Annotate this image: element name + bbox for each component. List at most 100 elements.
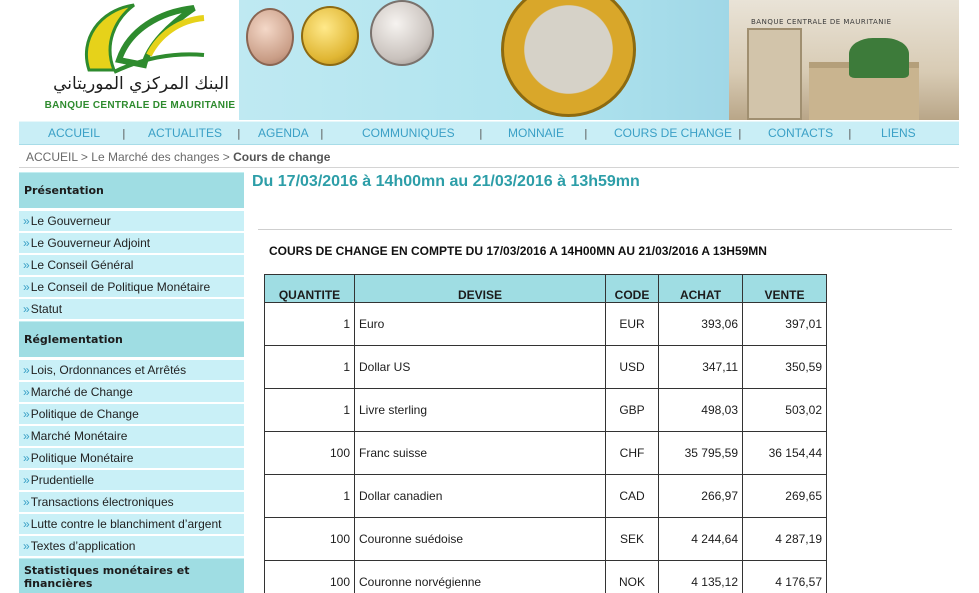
cell-devise: Franc suisse	[354, 431, 606, 475]
cell-quantite: 1	[264, 345, 355, 389]
nav-monnaie[interactable]: MONNAIE	[508, 126, 564, 140]
breadcrumb: ACCUEIL > Le Marché des changes > Cours …	[26, 150, 330, 164]
cell-quantite: 1	[264, 302, 355, 346]
nav-communiques[interactable]: COMMUNIQUES	[362, 126, 455, 140]
cell-vente: 269,65	[742, 474, 827, 518]
coin-1-icon	[246, 8, 294, 66]
bullet-icon: »	[23, 236, 30, 250]
sidebar-item-prudentielle[interactable]: » Prudentielle	[19, 470, 244, 490]
sidebar-item-label: Textes d’application	[30, 539, 136, 553]
coin-5-icon	[301, 6, 359, 66]
nav-actualites[interactable]: ACTUALITES	[148, 126, 222, 140]
table-row: 1 Dollar US USD 347,11 350,59	[264, 345, 827, 389]
bullet-icon: »	[23, 429, 30, 443]
sidebar-heading-statistiques: Statistiques monétaires et financières	[19, 558, 244, 593]
cell-code: NOK	[605, 560, 659, 593]
sidebar-item-label: Prudentielle	[30, 473, 95, 487]
cell-code: GBP	[605, 388, 659, 432]
sidebar-item-label: Le Gouverneur	[30, 214, 111, 228]
cell-devise: Dollar canadien	[354, 474, 606, 518]
sidebar-item-label: Lutte contre le blanchiment d’argent	[30, 517, 222, 531]
logo[interactable]: البنك المركزي الموريتاني BANQUE CENTRALE…	[19, 0, 239, 120]
sidebar-item-gouverneur-adjoint[interactable]: » Le Gouverneur Adjoint	[19, 233, 244, 253]
cell-code: SEK	[605, 517, 659, 561]
cell-code: CAD	[605, 474, 659, 518]
column-header-quantite: QUANTITE	[264, 274, 355, 303]
sidebar-item-label: Marché Monétaire	[30, 429, 128, 443]
table-header-row: QUANTITE DEVISE CODE ACHAT VENTE	[264, 274, 827, 303]
bullet-icon: »	[23, 214, 30, 228]
bullet-icon: »	[23, 280, 30, 294]
building-sign: BANQUE CENTRALE DE MAURITANIE	[751, 18, 892, 26]
cell-quantite: 100	[264, 560, 355, 593]
table-caption: COURS DE CHANGE EN COMPTE DU 17/03/2016 …	[269, 244, 767, 258]
nav-separator: |	[320, 127, 324, 140]
cell-quantite: 100	[264, 517, 355, 561]
table-row: 1 Euro EUR 393,06 397,01	[264, 302, 827, 346]
cell-achat: 266,97	[658, 474, 743, 518]
cell-devise: Livre sterling	[354, 388, 606, 432]
sidebar-item-conseil-general[interactable]: » Le Conseil Général	[19, 255, 244, 275]
sidebar-item-conseil-politique-monetaire[interactable]: » Le Conseil de Politique Monétaire	[19, 277, 244, 297]
nav-agenda[interactable]: AGENDA	[258, 126, 309, 140]
sidebar-item-marche-monetaire[interactable]: » Marché Monétaire	[19, 426, 244, 446]
bullet-icon: »	[23, 539, 30, 553]
bullet-icon: »	[23, 451, 30, 465]
coin-10-icon	[370, 0, 434, 66]
bullet-icon: »	[23, 363, 30, 377]
table-row: 100 Couronne suédoise SEK 4 244,64 4 287…	[264, 517, 827, 561]
breadcrumb-home[interactable]: ACCUEIL	[26, 150, 78, 164]
sidebar-item-lutte-blanchiment[interactable]: » Lutte contre le blanchiment d’argent	[19, 514, 244, 534]
cell-vente: 350,59	[742, 345, 827, 389]
sidebar-item-marche-de-change[interactable]: » Marché de Change	[19, 382, 244, 402]
breadcrumb-separator: >	[222, 150, 230, 164]
sidebar-item-politique-monetaire[interactable]: » Politique Monétaire	[19, 448, 244, 468]
cell-achat: 35 795,59	[658, 431, 743, 475]
table-row: 100 Couronne norvégienne NOK 4 135,12 4 …	[264, 560, 827, 593]
cell-devise: Couronne norvégienne	[354, 560, 606, 593]
nav-liens[interactable]: LIENS	[881, 126, 916, 140]
sidebar-item-textes-application[interactable]: » Textes d’application	[19, 536, 244, 556]
cell-vente: 4 287,19	[742, 517, 827, 561]
cell-devise: Euro	[354, 302, 606, 346]
logo-emblem-icon	[84, 3, 205, 74]
banner-image: BANQUE CENTRALE DE MAURITANIE	[239, 0, 959, 120]
column-header-vente: VENTE	[742, 274, 827, 303]
cell-achat: 4 135,12	[658, 560, 743, 593]
logo-name-arabic: البنك المركزي الموريتاني	[53, 74, 229, 94]
sidebar-item-statut[interactable]: » Statut	[19, 299, 244, 319]
breadcrumb-parent[interactable]: Le Marché des changes	[91, 150, 219, 164]
cell-vente: 4 176,57	[742, 560, 827, 593]
cell-code: CHF	[605, 431, 659, 475]
sidebar-item-lois[interactable]: » Lois, Ordonnances et Arrêtés	[19, 360, 244, 380]
cell-devise: Couronne suédoise	[354, 517, 606, 561]
breadcrumb-separator: >	[80, 150, 88, 164]
nav-cours-de-change[interactable]: COURS DE CHANGE	[614, 126, 732, 140]
nav-separator: |	[237, 127, 241, 140]
bullet-icon: »	[23, 495, 30, 509]
nav-accueil[interactable]: ACCUEIL	[48, 126, 100, 140]
exchange-rates-table: QUANTITE DEVISE CODE ACHAT VENTE 1 Euro …	[264, 274, 827, 593]
central-bank-building-photo: BANQUE CENTRALE DE MAURITANIE	[729, 0, 959, 120]
sidebar-item-transactions-electroniques[interactable]: » Transactions électroniques	[19, 492, 244, 512]
nav-separator: |	[122, 127, 126, 140]
sidebar: Présentation » Le Gouverneur » Le Gouverne…	[19, 172, 244, 593]
sidebar-item-label: Le Conseil Général	[30, 258, 134, 272]
nav-separator: |	[848, 127, 852, 140]
sidebar-item-label: Politique Monétaire	[30, 451, 134, 465]
bullet-icon: »	[23, 407, 30, 421]
cell-vente: 503,02	[742, 388, 827, 432]
sidebar-item-gouverneur[interactable]: » Le Gouverneur	[19, 211, 244, 231]
column-header-code: CODE	[605, 274, 659, 303]
bullet-icon: »	[23, 258, 30, 272]
cell-achat: 393,06	[658, 302, 743, 346]
nav-contacts[interactable]: CONTACTS	[768, 126, 833, 140]
title-divider	[258, 229, 952, 230]
sidebar-item-politique-de-change[interactable]: » Politique de Change	[19, 404, 244, 424]
cell-achat: 498,03	[658, 388, 743, 432]
cell-quantite: 100	[264, 431, 355, 475]
cell-achat: 347,11	[658, 345, 743, 389]
cell-vente: 36 154,44	[742, 431, 827, 475]
bullet-icon: »	[23, 473, 30, 487]
table-row: 1 Livre sterling GBP 498,03 503,02	[264, 388, 827, 432]
